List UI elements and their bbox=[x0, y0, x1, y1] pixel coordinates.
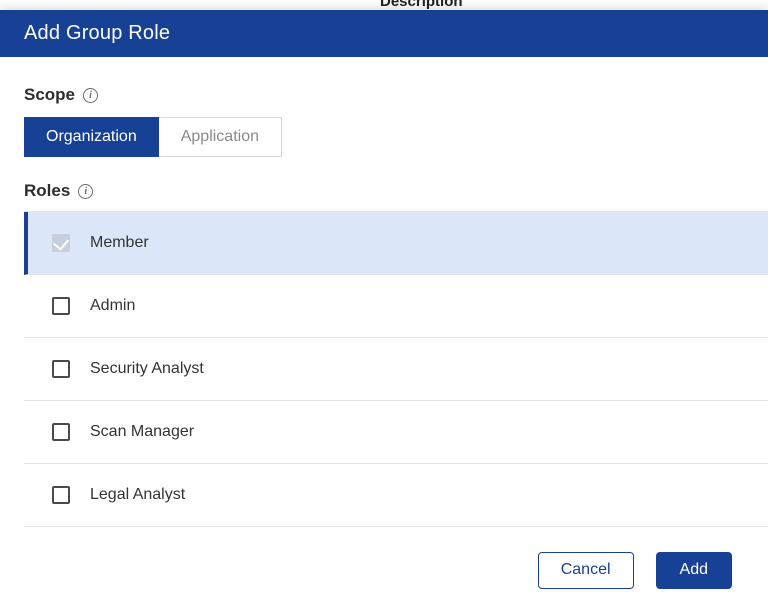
role-checkbox-admin[interactable] bbox=[52, 297, 70, 315]
add-button[interactable]: Add bbox=[656, 552, 732, 589]
scope-label: Scope bbox=[24, 85, 75, 105]
role-label-member: Member bbox=[90, 234, 149, 252]
role-checkbox-legal-analyst[interactable] bbox=[52, 486, 70, 504]
scope-toggle: Organization Application bbox=[24, 117, 282, 157]
scope-option-application[interactable]: Application bbox=[159, 117, 282, 157]
add-group-role-dialog: Add Group Role Scope i Organization Appl… bbox=[0, 10, 768, 602]
dialog-header: Add Group Role bbox=[0, 10, 768, 57]
scope-section-header: Scope i bbox=[0, 85, 768, 105]
roles-label: Roles bbox=[24, 181, 70, 201]
role-label-security-analyst: Security Analyst bbox=[90, 360, 204, 378]
role-label-admin: Admin bbox=[90, 297, 135, 315]
role-row-legal-analyst[interactable]: Legal Analyst bbox=[24, 464, 768, 527]
role-row-scan-manager[interactable]: Scan Manager bbox=[24, 401, 768, 464]
roles-list: Member Admin Security Analyst Scan Manag… bbox=[24, 211, 768, 527]
role-checkbox-security-analyst[interactable] bbox=[52, 360, 70, 378]
role-row-security-analyst[interactable]: Security Analyst bbox=[24, 338, 768, 401]
dialog-body: Scope i Organization Application Roles i… bbox=[0, 57, 768, 538]
cancel-button[interactable]: Cancel bbox=[538, 552, 634, 589]
role-row-member[interactable]: Member bbox=[24, 212, 768, 275]
dialog-footer: Cancel Add bbox=[0, 538, 768, 602]
scope-info-icon[interactable]: i bbox=[83, 88, 98, 103]
roles-section-header: Roles i bbox=[0, 181, 768, 201]
background-page-text: Description bbox=[380, 0, 463, 10]
roles-info-icon[interactable]: i bbox=[78, 184, 93, 199]
dialog-title: Add Group Role bbox=[24, 22, 170, 45]
role-label-scan-manager: Scan Manager bbox=[90, 423, 194, 441]
scope-option-organization[interactable]: Organization bbox=[24, 117, 159, 157]
role-label-legal-analyst: Legal Analyst bbox=[90, 486, 185, 504]
role-row-admin[interactable]: Admin bbox=[24, 275, 768, 338]
role-checkbox-member bbox=[52, 234, 70, 252]
role-checkbox-scan-manager[interactable] bbox=[52, 423, 70, 441]
